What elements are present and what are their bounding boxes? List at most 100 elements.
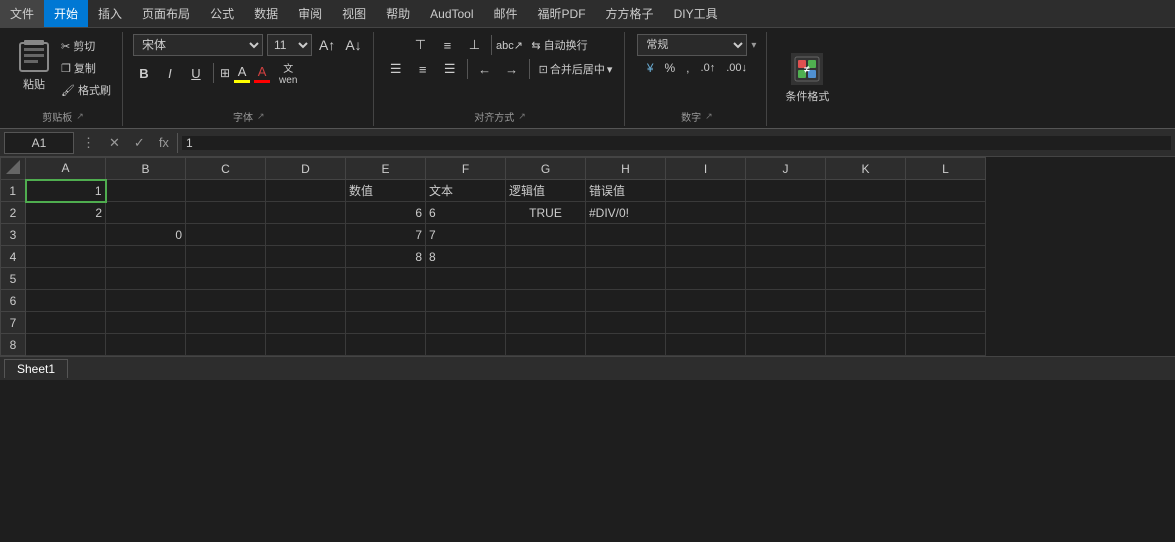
align-right-button[interactable]: ☰ (438, 58, 462, 80)
cell-K5[interactable] (826, 268, 906, 290)
cell-I2[interactable] (666, 202, 746, 224)
col-header-H[interactable]: H (586, 158, 666, 180)
cell-B4[interactable] (106, 246, 186, 268)
cell-K8[interactable] (826, 334, 906, 356)
cell-F6[interactable] (426, 290, 506, 312)
cell-L2[interactable] (906, 202, 986, 224)
cut-button[interactable]: ✂ 剪切 (58, 36, 114, 56)
paste-button[interactable]: 粘贴 (12, 34, 56, 94)
cell-A4[interactable] (26, 246, 106, 268)
menu-insert[interactable]: 插入 (88, 0, 132, 27)
conditional-format-button[interactable]: ≠ 条件格式 (777, 49, 837, 108)
cell-D2[interactable] (266, 202, 346, 224)
cell-B2[interactable] (106, 202, 186, 224)
cell-G7[interactable] (506, 312, 586, 334)
cell-J1[interactable] (746, 180, 826, 202)
cell-D6[interactable] (266, 290, 346, 312)
cell-F4[interactable]: 8 (426, 246, 506, 268)
cell-C1[interactable] (186, 180, 266, 202)
align-middle-button[interactable]: ≡ (435, 34, 459, 56)
currency-button[interactable]: ¥ (643, 59, 658, 77)
cell-L6[interactable] (906, 290, 986, 312)
menu-file[interactable]: 文件 (0, 0, 44, 27)
cell-L5[interactable] (906, 268, 986, 290)
cell-H3[interactable] (586, 224, 666, 246)
cell-J7[interactable] (746, 312, 826, 334)
cell-J4[interactable] (746, 246, 826, 268)
format-painter-button[interactable]: 🖌 格式刷 (58, 80, 114, 100)
fill-color-button[interactable]: A (234, 64, 250, 83)
cell-F8[interactable] (426, 334, 506, 356)
menu-start[interactable]: 开始 (44, 0, 88, 27)
font-color-button[interactable]: A (254, 64, 270, 83)
number-format-select[interactable]: 常规 (637, 34, 747, 56)
col-header-F[interactable]: F (426, 158, 506, 180)
alignment-expand-icon[interactable]: ↗ (518, 111, 526, 122)
col-header-A[interactable]: A (26, 158, 106, 180)
cell-B1[interactable] (106, 180, 186, 202)
align-top-button[interactable]: ⊤ (408, 34, 432, 56)
cell-J6[interactable] (746, 290, 826, 312)
col-header-K[interactable]: K (826, 158, 906, 180)
cell-A5[interactable] (26, 268, 106, 290)
border-button[interactable]: ⊞ (220, 66, 230, 80)
cell-I4[interactable] (666, 246, 746, 268)
font-family-select[interactable]: 宋体 (133, 34, 263, 56)
insert-function-button[interactable]: fx (155, 133, 173, 152)
indent-dec-button[interactable]: ← (473, 58, 497, 80)
underline-button[interactable]: U (185, 64, 207, 83)
increase-font-size-button[interactable]: A↑ (316, 36, 338, 54)
cell-C5[interactable] (186, 268, 266, 290)
decrease-font-size-button[interactable]: A↓ (342, 36, 364, 54)
merge-center-button[interactable]: ⊡ 合并后居中 ▾ (535, 59, 617, 79)
cell-A2[interactable]: 2 (26, 202, 106, 224)
indent-inc-button[interactable]: → (500, 58, 524, 80)
col-header-D[interactable]: D (266, 158, 346, 180)
cell-G4[interactable] (506, 246, 586, 268)
cell-B3[interactable]: 0 (106, 224, 186, 246)
cell-H6[interactable] (586, 290, 666, 312)
cell-L1[interactable] (906, 180, 986, 202)
menu-audtool[interactable]: AudTool (420, 0, 483, 27)
cell-H4[interactable] (586, 246, 666, 268)
cell-E3[interactable]: 7 (346, 224, 426, 246)
cell-K3[interactable] (826, 224, 906, 246)
cell-K7[interactable] (826, 312, 906, 334)
cell-J3[interactable] (746, 224, 826, 246)
bold-button[interactable]: B (133, 64, 155, 83)
cell-L4[interactable] (906, 246, 986, 268)
cell-A3[interactable] (26, 224, 106, 246)
col-header-B[interactable]: B (106, 158, 186, 180)
cell-H7[interactable] (586, 312, 666, 334)
cell-E5[interactable] (346, 268, 426, 290)
cell-L8[interactable] (906, 334, 986, 356)
cell-F7[interactable] (426, 312, 506, 334)
formula-input[interactable] (182, 136, 1171, 150)
cell-D4[interactable] (266, 246, 346, 268)
col-header-C[interactable]: C (186, 158, 266, 180)
cell-J2[interactable] (746, 202, 826, 224)
cell-J5[interactable] (746, 268, 826, 290)
cell-I5[interactable] (666, 268, 746, 290)
sheet-tab-sheet1[interactable]: Sheet1 (4, 359, 68, 378)
align-left-button[interactable]: ☰ (384, 58, 408, 80)
merge-dropdown-icon[interactable]: ▾ (607, 63, 613, 76)
row-header-2[interactable]: 2 (1, 202, 26, 224)
cell-A8[interactable] (26, 334, 106, 356)
cell-F1[interactable]: 文本 (426, 180, 506, 202)
cell-C8[interactable] (186, 334, 266, 356)
cell-B6[interactable] (106, 290, 186, 312)
row-header-6[interactable]: 6 (1, 290, 26, 312)
decrease-decimal-button[interactable]: .00↓ (722, 60, 751, 76)
cell-F2[interactable]: 6 (426, 202, 506, 224)
wrap-text-button[interactable]: ⇆ 自动换行 (527, 35, 591, 55)
cell-H1[interactable]: 错误值 (586, 180, 666, 202)
cell-A7[interactable] (26, 312, 106, 334)
row-header-3[interactable]: 3 (1, 224, 26, 246)
cell-L3[interactable] (906, 224, 986, 246)
cell-K2[interactable] (826, 202, 906, 224)
cell-I3[interactable] (666, 224, 746, 246)
number-expand-icon[interactable]: ↗ (705, 111, 713, 122)
cell-K1[interactable] (826, 180, 906, 202)
cell-K4[interactable] (826, 246, 906, 268)
